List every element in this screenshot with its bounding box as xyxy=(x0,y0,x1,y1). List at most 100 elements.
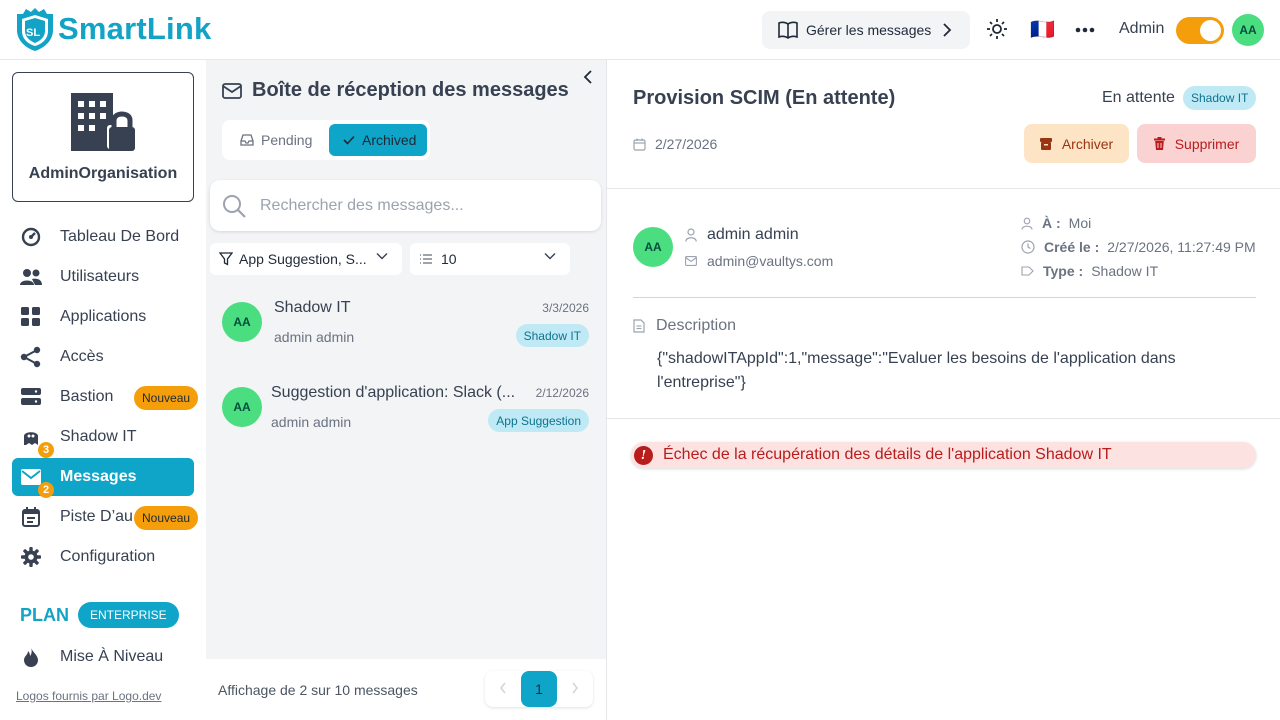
sender-name-text: admin admin xyxy=(707,226,799,243)
tab-label: Pending xyxy=(261,132,313,148)
sidebar-item-audit-trail[interactable]: Piste D’au Nouveau xyxy=(12,498,199,536)
language-flag-icon[interactable]: 🇫🇷 xyxy=(1030,17,1055,41)
inbox-footer: Affichage de 2 sur 10 messages 1 xyxy=(206,659,606,720)
sidebar-item-messages[interactable]: 2 Messages xyxy=(12,458,194,498)
admin-label: Admin xyxy=(1119,20,1165,37)
meta-to-label: À : xyxy=(1042,215,1061,231)
clock-icon xyxy=(1021,240,1035,254)
sidebar-item-users[interactable]: Utilisateurs xyxy=(12,258,194,296)
meta-type-value: Shadow IT xyxy=(1091,263,1159,279)
meta-created-label: Créé le : xyxy=(1044,239,1100,255)
messages-count-badge: 2 xyxy=(38,482,54,498)
tab-archived[interactable]: Archived xyxy=(329,124,427,156)
meta-type-label: Type : xyxy=(1043,263,1084,279)
shadow-it-count-badge: 3 xyxy=(38,442,54,458)
search-input[interactable] xyxy=(260,196,580,215)
archive-box-icon xyxy=(1039,137,1052,150)
book-icon xyxy=(778,21,798,39)
calendar-icon xyxy=(633,138,646,151)
sidebar-item-label: Tableau De Bord xyxy=(60,228,180,245)
chevron-right-icon[interactable] xyxy=(571,682,579,694)
mail-icon: 2 xyxy=(20,466,54,498)
plan-section: PLAN ENTERPRISE xyxy=(20,602,179,628)
user-avatar[interactable]: AA xyxy=(1232,14,1264,46)
sidebar-item-shadow-it[interactable]: 3 Shadow IT xyxy=(12,418,194,458)
delete-button[interactable]: Supprimer xyxy=(1137,124,1256,163)
organization-card[interactable]: AdminOrganisation xyxy=(12,72,194,202)
sidebar-item-label: Applications xyxy=(60,308,147,325)
message-list-item[interactable]: AA Suggestion d'application: Slack (... … xyxy=(206,367,606,447)
page-button-current[interactable]: 1 xyxy=(521,671,557,707)
meta-to-value: Moi xyxy=(1068,215,1092,231)
message-type-tag: App Suggestion xyxy=(488,409,589,432)
description-label: Description xyxy=(633,317,736,335)
sidebar-item-label: Configuration xyxy=(60,548,156,565)
pagination-summary: Affichage de 2 sur 10 messages xyxy=(218,682,418,698)
ghost-icon: 3 xyxy=(20,426,54,458)
tab-pending[interactable]: Pending xyxy=(226,124,326,156)
user-icon xyxy=(685,228,697,242)
sidebar-item-label: Bastion xyxy=(60,388,114,405)
sidebar-item-applications[interactable]: Applications xyxy=(12,298,194,336)
meta-created-value: 2/27/2026, 11:27:49 PM xyxy=(1107,239,1256,255)
message-date: 3/3/2026 xyxy=(542,301,589,315)
tab-label: Archived xyxy=(362,132,417,148)
top-header: SL SmartLink Gérer les messages 🇫🇷 Admin… xyxy=(0,0,1280,60)
gear-icon xyxy=(20,546,42,568)
flame-icon xyxy=(20,646,42,668)
tag-icon xyxy=(1021,266,1034,276)
meta-created: Créé le : 2/27/2026, 11:27:49 PM xyxy=(1021,239,1256,255)
mail-outline-icon xyxy=(222,82,242,99)
chevron-down-icon xyxy=(376,253,388,260)
app-logo[interactable]: SL SmartLink xyxy=(14,6,211,52)
message-subject: Suggestion d'application: Slack (... xyxy=(271,384,516,401)
sender-avatar: AA xyxy=(222,302,262,342)
meta-to: À : Moi xyxy=(1021,215,1091,231)
filter-icon xyxy=(219,252,233,266)
sidebar-item-bastion[interactable]: Bastion Nouveau xyxy=(12,378,199,416)
more-dots-icon[interactable] xyxy=(1075,26,1095,34)
logo-initials: SL xyxy=(26,27,41,39)
manage-messages-button[interactable]: Gérer les messages xyxy=(762,11,970,49)
chevron-down-icon xyxy=(544,253,556,260)
message-date: 2/12/2026 xyxy=(535,386,589,400)
shield-logo-icon: SL xyxy=(14,6,56,52)
error-alert: ! Échec de la récupération des détails d… xyxy=(631,442,1256,468)
upgrade-label: Mise À Niveau xyxy=(60,648,164,665)
calendar-icon xyxy=(20,506,42,528)
archive-button[interactable]: Archiver xyxy=(1024,124,1129,163)
sidebar-item-label: Piste D’au xyxy=(60,508,133,525)
archive-label: Archiver xyxy=(1061,135,1114,152)
logos-attribution-link[interactable]: Logos fournis par Logo.dev xyxy=(16,689,161,703)
description-label-text: Description xyxy=(656,317,737,334)
message-title: Provision SCIM (En attente) xyxy=(633,87,896,109)
admin-mode-toggle[interactable] xyxy=(1176,17,1224,44)
search-icon xyxy=(223,194,246,218)
sidebar-item-label: Messages xyxy=(60,468,137,485)
sender-avatar: AA xyxy=(633,227,673,267)
message-detail-panel: Provision SCIM (En attente) En attente S… xyxy=(607,60,1280,720)
page-size-select[interactable]: 10 xyxy=(410,243,570,275)
sidebar-item-label: Shadow IT xyxy=(60,428,137,445)
sidebar-item-configuration[interactable]: Configuration xyxy=(12,538,194,576)
filter-value: App Suggestion, S... xyxy=(239,251,367,267)
message-type-tag: Shadow IT xyxy=(1183,86,1257,110)
sender-email-text: admin@vaultys.com xyxy=(707,253,834,269)
sidebar-item-label: Utilisateurs xyxy=(60,268,140,285)
sun-icon[interactable] xyxy=(986,18,1008,40)
document-icon xyxy=(633,319,645,333)
server-icon xyxy=(20,386,42,408)
error-info-icon: ! xyxy=(634,445,653,465)
collapse-panel-icon[interactable] xyxy=(583,70,593,84)
list-icon xyxy=(420,254,432,264)
chevron-left-icon[interactable] xyxy=(499,682,507,694)
upgrade-button[interactable]: Mise À Niveau xyxy=(12,638,194,676)
meta-type: Type : Shadow IT xyxy=(1021,263,1158,279)
description-text: {"shadowITAppId":1,"message":"Evaluer le… xyxy=(657,350,1176,391)
message-list-item[interactable]: AA Shadow IT admin admin 3/3/2026 Shadow… xyxy=(206,282,606,362)
sidebar-item-dashboard[interactable]: Tableau De Bord xyxy=(12,218,194,256)
logo-text: SmartLink xyxy=(58,11,212,46)
sidebar-item-access[interactable]: Accès xyxy=(12,338,194,376)
type-filter-select[interactable]: App Suggestion, S... xyxy=(210,243,402,275)
message-type-tag: Shadow IT xyxy=(515,324,589,347)
